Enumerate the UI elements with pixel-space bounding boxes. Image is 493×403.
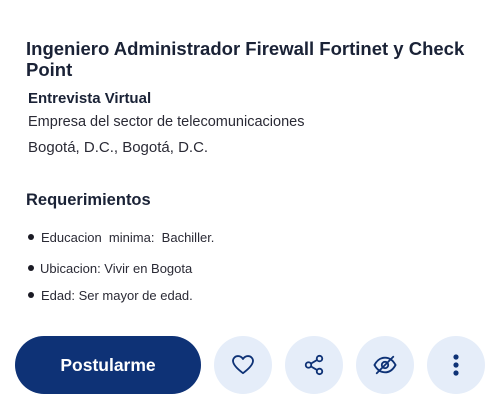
favorite-button[interactable]: [214, 336, 272, 394]
job-title: Ingeniero Administrador Firewall Fortine…: [26, 38, 465, 80]
requirements-heading: Requerimientos: [26, 191, 151, 209]
requirement-item: Educacion minima: Bachiller.: [28, 230, 214, 245]
action-bar: Postularme: [15, 336, 485, 396]
more-options-button[interactable]: [427, 336, 485, 394]
company-name: Empresa del sector de telecomunicaciones: [28, 114, 305, 130]
bullet-icon: [28, 291, 34, 298]
hide-button[interactable]: [356, 336, 414, 394]
interview-type: Entrevista Virtual: [28, 90, 152, 107]
requirement-text: Ubicacion: Vivir en Bogota: [40, 261, 193, 276]
share-button[interactable]: [285, 336, 343, 394]
share-icon: [303, 354, 325, 376]
eye-off-icon: [373, 354, 397, 376]
job-location: Bogotá, D.C., Bogotá, D.C.: [28, 139, 209, 156]
requirement-item: Edad: Ser mayor de edad.: [28, 288, 193, 303]
requirement-item: Ubicacion: Vivir en Bogota: [28, 261, 192, 276]
bullet-icon: [28, 233, 34, 240]
bullet-icon: [28, 264, 34, 271]
requirement-text: Edad: Ser mayor de edad.: [41, 288, 193, 303]
apply-button[interactable]: Postularme: [15, 336, 201, 394]
more-vertical-icon: [452, 353, 460, 377]
requirement-text: Educacion minima: Bachiller.: [41, 230, 215, 245]
heart-icon: [232, 355, 254, 375]
